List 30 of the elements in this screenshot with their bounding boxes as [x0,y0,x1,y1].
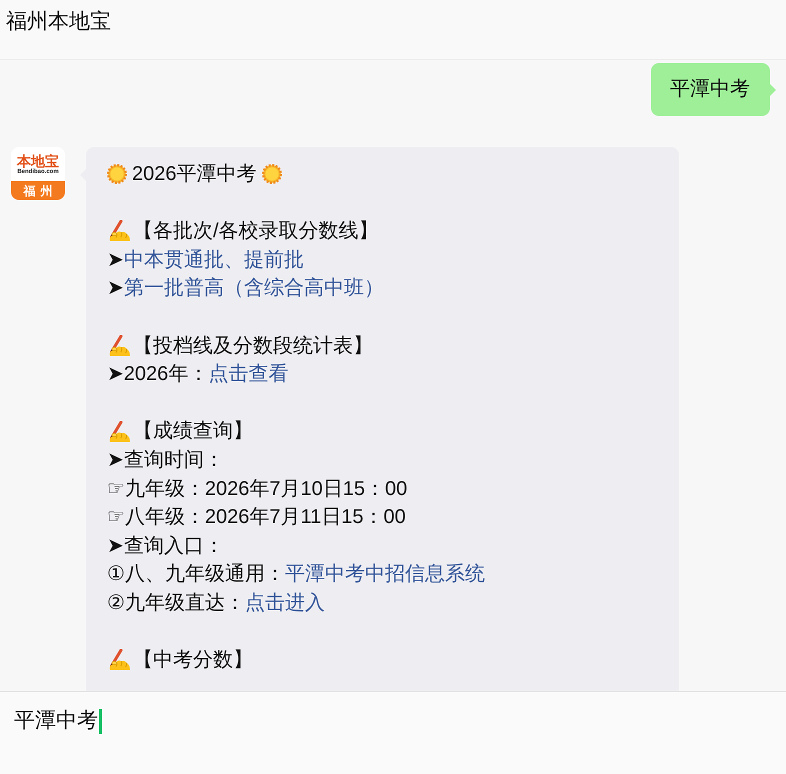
message-text: ②九年级直达： [107,590,245,616]
message-text: ☞八年级：2026年7月11日15：00 [107,505,406,530]
writing-hand-icon [107,220,131,242]
sun-icon [262,164,282,184]
section-heading: 【中考分数】 [133,648,253,674]
message-link[interactable]: 点击查看 [208,360,288,389]
message-link[interactable]: 第一批普高（含综合高中班） [124,274,384,303]
message-text: ➤ [107,276,124,302]
sent-message-bubble: 平潭中考 [651,63,776,116]
message-link[interactable]: 点击进入 [244,588,325,618]
section-heading: 【各批次/各校录取分数线】 [133,219,379,244]
message-link[interactable]: 平潭中考中招信息系统 [284,560,485,589]
section-heading: 【成绩查询】 [133,419,253,444]
message-text: ①八、九年级通用： [107,562,285,588]
message-text: ☞九年级：2026年7月10日15：00 [107,476,408,502]
section-heading: 【投档线及分数段统计表】 [133,334,373,359]
message-link[interactable]: 中本贯通批、提前批 [124,246,304,274]
message-input-field[interactable]: 平潭中考 [14,708,102,734]
writing-hand-icon [107,334,131,357]
chat-title: 福州本地宝 [6,10,111,33]
sun-icon [107,164,127,184]
message-text: ➤ [107,248,124,273]
logo-city-text: 福州 [24,184,58,198]
message-title: 2026平潭中考 [132,162,256,187]
message-text: ➤查询入口： [107,534,224,559]
writing-hand-icon [107,649,131,672]
message-text: ➤查询时间： [107,448,224,473]
writing-hand-icon [107,420,131,443]
message-text: ➤2026年： [107,362,208,388]
logo-brand-text: 本地宝 [17,152,59,168]
